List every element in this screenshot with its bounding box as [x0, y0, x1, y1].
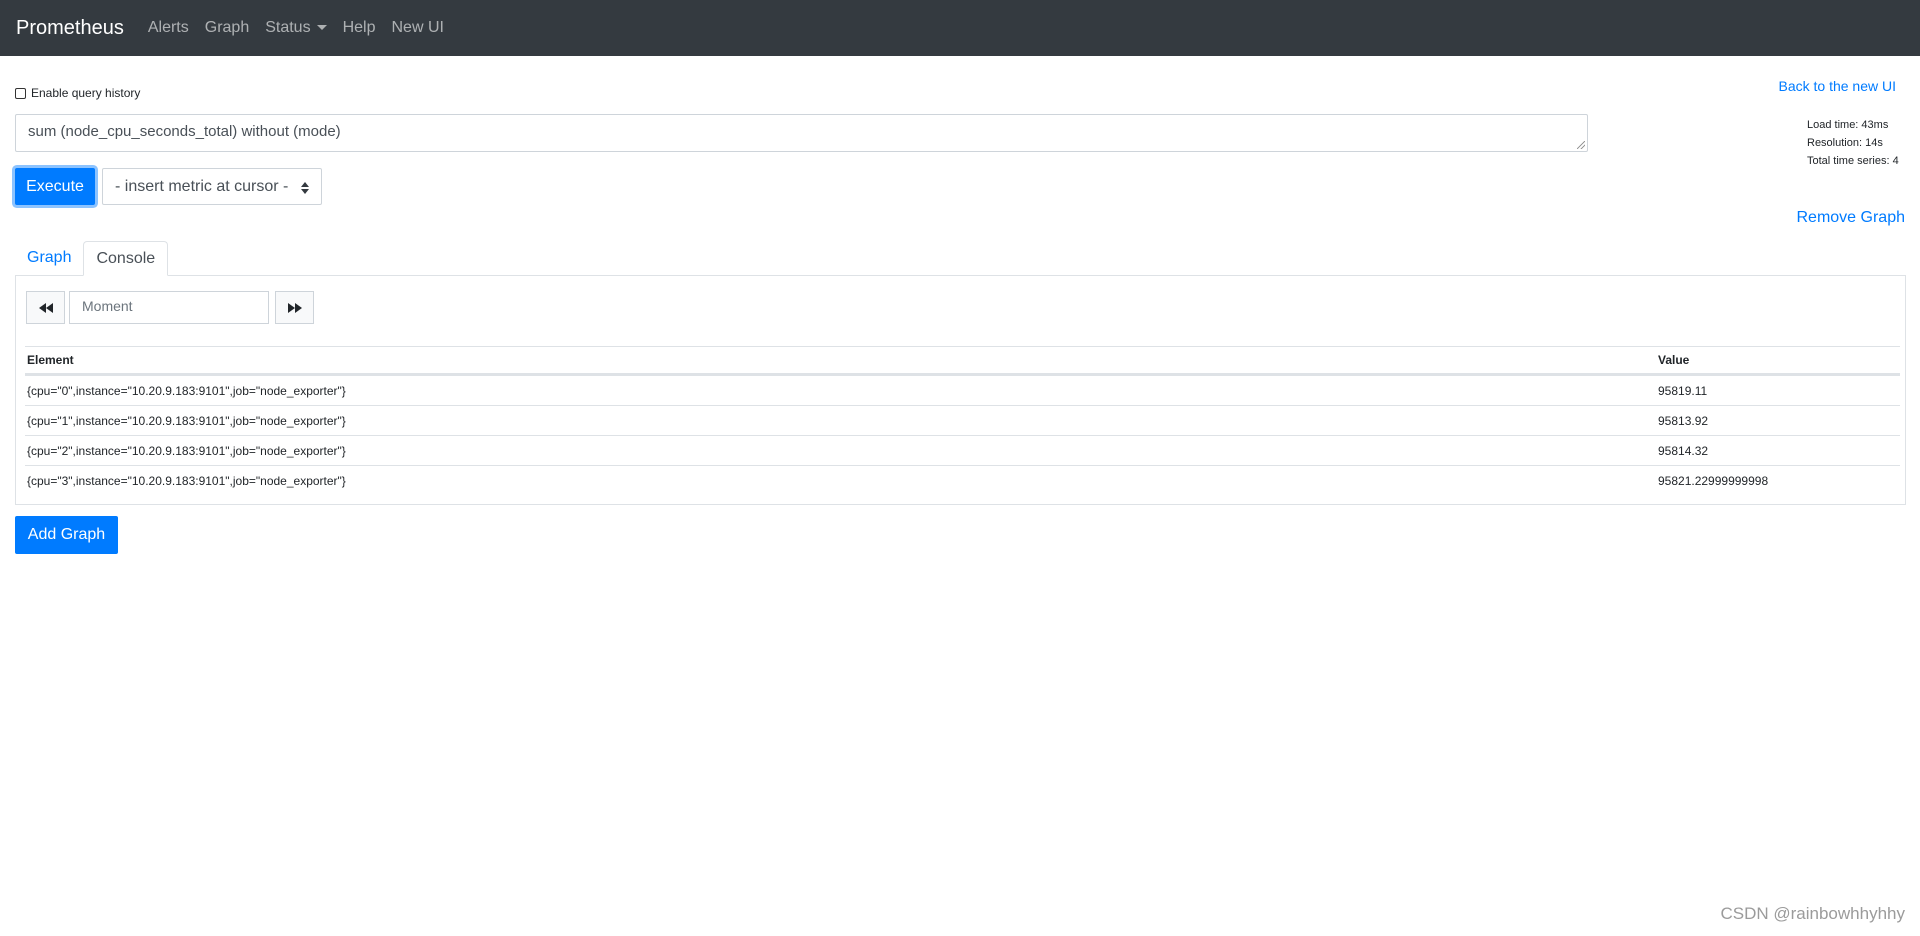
- insert-metric-label: - insert metric at cursor -: [115, 177, 289, 195]
- row-value: 95814.32: [1658, 443, 1709, 458]
- watermark: CSDN @rainbowhhyhhy: [1720, 904, 1905, 923]
- nav-help[interactable]: Help: [343, 19, 376, 37]
- insert-metric-select[interactable]: - insert metric at cursor -: [102, 168, 322, 205]
- expression-text: sum (node_cpu_seconds_total) without (mo…: [28, 123, 341, 140]
- time-forward-button[interactable]: [275, 291, 314, 324]
- table-row: {cpu="0",instance="10.20.9.183:9101",job…: [25, 375, 1900, 405]
- table-row: {cpu="2",instance="10.20.9.183:9101",job…: [25, 435, 1900, 465]
- resolution: Resolution: 14s: [1807, 137, 1883, 149]
- row-value: 95821.22999999998: [1658, 473, 1769, 488]
- nav-status[interactable]: Status: [265, 19, 327, 37]
- query-history-checkbox[interactable]: [15, 87, 26, 99]
- tab-console[interactable]: Console: [83, 241, 169, 276]
- forward-icon: [287, 302, 302, 313]
- tab-graph[interactable]: Graph: [15, 241, 83, 276]
- console-table: Element Value {cpu="0",instance="10.20.9…: [25, 346, 1900, 495]
- nav-status-label: Status: [265, 19, 311, 36]
- row-element: {cpu="0",instance="10.20.9.183:9101",job…: [27, 383, 346, 398]
- row-element: {cpu="1",instance="10.20.9.183:9101",job…: [27, 413, 346, 428]
- expression-input[interactable]: sum (node_cpu_seconds_total) without (mo…: [15, 114, 1588, 152]
- row-value: 95819.11: [1658, 383, 1708, 398]
- row-element: {cpu="2",instance="10.20.9.183:9101",job…: [27, 443, 346, 458]
- caret-down-icon: [316, 25, 327, 31]
- header-value: Value: [1658, 353, 1690, 367]
- panel-tabs: Graph Console: [15, 241, 169, 276]
- add-graph-button[interactable]: Add Graph: [15, 516, 118, 554]
- brand-link[interactable]: Prometheus: [16, 17, 124, 40]
- backward-icon: [38, 302, 53, 313]
- console-panel: Moment Element Value {cpu="0",instance="…: [15, 275, 1906, 505]
- total-time-series: Total time series: 4: [1807, 155, 1899, 167]
- remove-graph-link[interactable]: Remove Graph: [1797, 209, 1906, 227]
- execute-button[interactable]: Execute: [15, 168, 95, 205]
- query-stats: Load time: 43ms Resolution: 14s Total ti…: [1807, 116, 1899, 170]
- nav-new-ui[interactable]: New UI: [391, 19, 443, 37]
- row-value: 95813.92: [1658, 413, 1709, 428]
- time-back-button[interactable]: [26, 291, 65, 324]
- nav-alerts[interactable]: Alerts: [148, 19, 189, 37]
- select-arrows-icon: [301, 182, 309, 194]
- query-history-label: Enable query history: [31, 86, 141, 100]
- back-to-new-ui-link[interactable]: Back to the new UI: [1778, 78, 1896, 94]
- query-history-toggle[interactable]: Enable query history: [15, 86, 140, 100]
- row-element: {cpu="3",instance="10.20.9.183:9101",job…: [27, 473, 346, 488]
- resize-grip-icon[interactable]: [1577, 141, 1585, 149]
- load-time: Load time: 43ms: [1807, 119, 1889, 131]
- table-header-row: Element Value: [25, 346, 1900, 375]
- navbar: Prometheus Alerts Graph Status Help New …: [0, 0, 1920, 56]
- table-row: {cpu="1",instance="10.20.9.183:9101",job…: [25, 405, 1900, 435]
- moment-input[interactable]: Moment: [69, 291, 269, 324]
- table-row: {cpu="3",instance="10.20.9.183:9101",job…: [25, 465, 1900, 495]
- nav-graph[interactable]: Graph: [205, 19, 249, 37]
- header-element: Element: [27, 353, 74, 367]
